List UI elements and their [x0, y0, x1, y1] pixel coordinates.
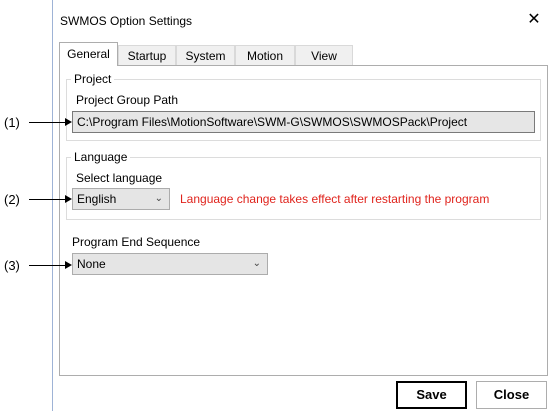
window-title: SWMOS Option Settings [60, 14, 193, 28]
tab-view[interactable]: View [295, 45, 353, 65]
tab-system[interactable]: System [176, 45, 235, 65]
language-select[interactable]: English ⌄ [72, 188, 170, 210]
callout-1-label: (1) [4, 115, 20, 130]
project-group-path-label: Project Group Path [76, 93, 179, 107]
program-end-sequence-select[interactable]: None ⌄ [72, 253, 268, 275]
chevron-down-icon: ⌄ [252, 258, 261, 269]
callout-1-line [29, 122, 66, 123]
program-end-sequence-value: None [77, 257, 106, 271]
callout-2-label: (2) [4, 192, 20, 207]
chevron-down-icon: ⌄ [154, 193, 163, 204]
arrow-right-icon [65, 261, 72, 269]
dialog-left-border [52, 0, 53, 411]
tab-general[interactable]: General [59, 42, 118, 66]
arrow-right-icon [65, 118, 72, 126]
project-group-path-field[interactable]: C:\Program Files\MotionSoftware\SWM-G\SW… [72, 111, 535, 133]
save-button[interactable]: Save [396, 381, 467, 409]
language-group-title: Language [71, 150, 131, 164]
select-language-label: Select language [76, 171, 163, 185]
program-end-sequence-label: Program End Sequence [72, 235, 201, 249]
callout-3-label: (3) [4, 258, 20, 273]
arrow-right-icon [65, 195, 72, 203]
tab-motion[interactable]: Motion [235, 45, 295, 65]
callout-3-line [29, 265, 66, 266]
language-restart-note: Language change takes effect after resta… [180, 192, 490, 206]
close-icon[interactable]: ✕ [524, 10, 544, 30]
callout-2-line [29, 199, 66, 200]
language-select-value: English [77, 192, 117, 206]
close-button[interactable]: Close [476, 381, 547, 409]
tab-startup[interactable]: Startup [118, 45, 176, 65]
project-group-title: Project [71, 72, 115, 86]
